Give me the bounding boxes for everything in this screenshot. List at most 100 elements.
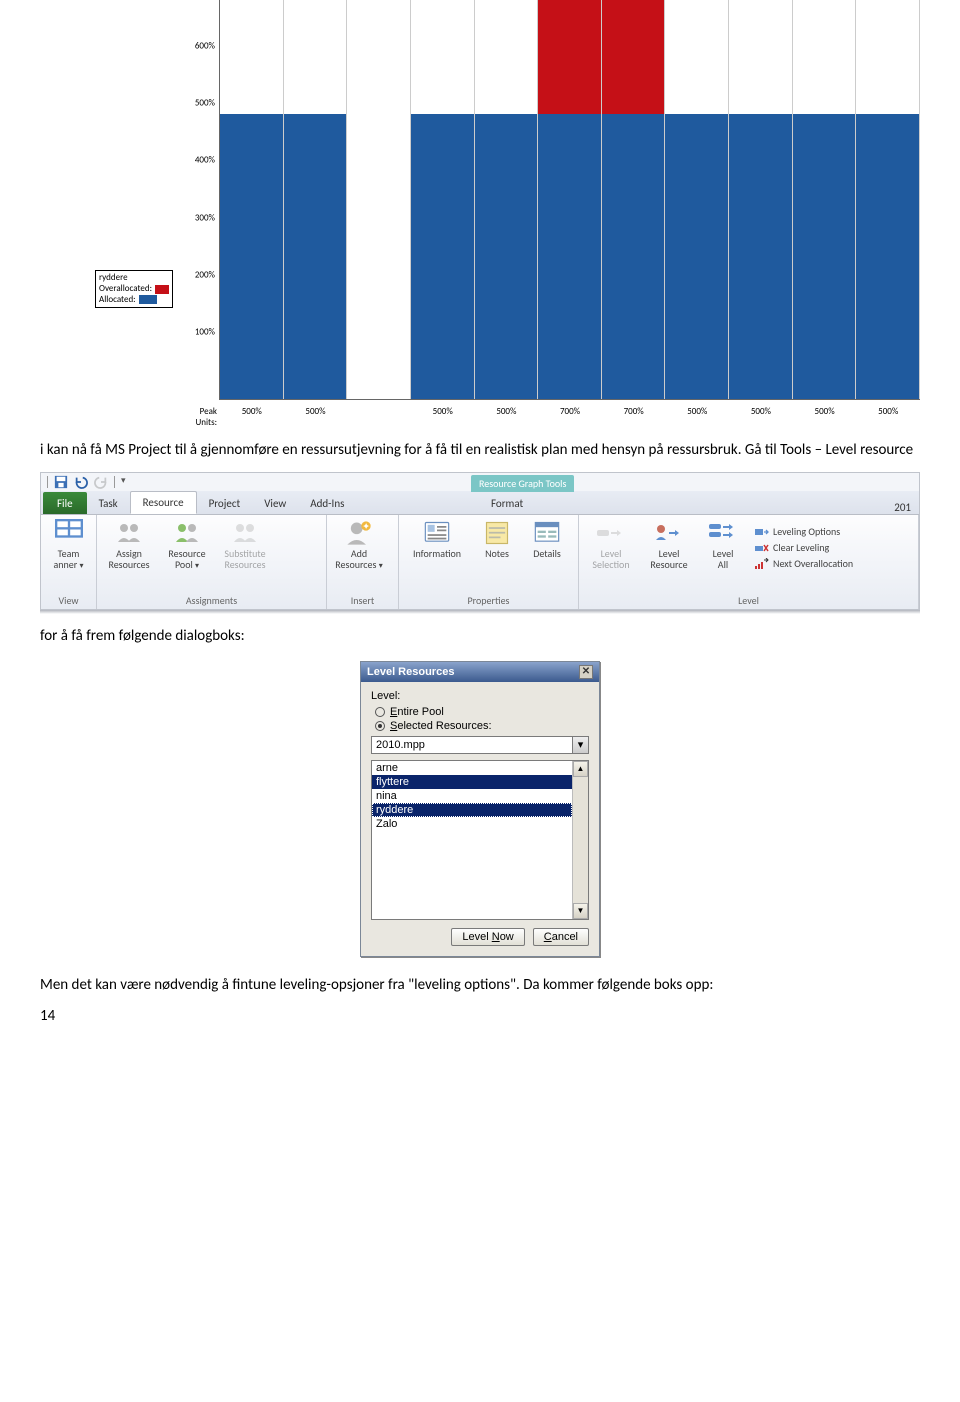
list-item[interactable]: arne — [372, 761, 572, 775]
group-name-insert: Insert — [333, 592, 392, 607]
leveling-options-button[interactable]: Leveling Options — [755, 525, 853, 538]
label: Add Resources — [335, 547, 376, 571]
paragraph-1: i kan nå få MS Project til å gjennomføre… — [40, 440, 920, 460]
details-button[interactable]: Details — [525, 519, 569, 560]
next-overallocation-button[interactable]: Next Overallocation — [755, 557, 853, 570]
substitute-resources-button[interactable]: Substitute Resources — [219, 519, 271, 570]
bar-slot — [665, 0, 729, 399]
list-item[interactable]: ryddere — [372, 803, 572, 817]
t: ow — [500, 931, 514, 943]
notes-button[interactable]: Notes — [475, 519, 519, 560]
label: Clear Leveling — [773, 541, 829, 554]
tab-task[interactable]: Task — [87, 493, 130, 514]
tab-resource[interactable]: Resource — [130, 491, 197, 514]
radio-selected-resources[interactable]: Selected Resources: — [375, 720, 589, 732]
legend-swatch-red — [155, 285, 169, 294]
legend-over-label: Overallocated: — [99, 284, 152, 295]
resource-listbox[interactable]: arne flyttere nina ryddere Zalo ▲ ▼ — [371, 760, 589, 920]
resource-chart: ryddere Overallocated: Allocated: 700% 6… — [40, 0, 920, 428]
information-button[interactable]: Information — [405, 519, 469, 560]
year-fragment: 201 — [894, 501, 911, 514]
ribbon-tabbar: Resource Graph Tools File Task Resource … — [41, 491, 919, 515]
tab-format[interactable]: Format — [481, 493, 533, 514]
clear-leveling-button[interactable]: Clear Leveling — [755, 541, 853, 554]
leveling-options-icon — [755, 526, 769, 538]
ribbon: ▾ Resource Graph Tools File Task Resourc… — [40, 472, 920, 610]
add-resources-button[interactable]: ✦ Add Resources ▾ — [333, 519, 385, 570]
ribbon-shadow — [40, 610, 920, 614]
bar-allocated — [793, 114, 856, 399]
redo-icon[interactable] — [94, 475, 108, 489]
list-item[interactable]: flyttere — [372, 775, 572, 789]
qat-customize-icon[interactable]: ▾ — [121, 475, 135, 489]
bar-slot — [856, 0, 920, 399]
tab-view[interactable]: View — [252, 493, 298, 514]
ytick: 300% — [195, 212, 215, 223]
peak-cell: 500% — [411, 400, 475, 428]
peak-cell — [347, 400, 411, 428]
add-person-icon: ✦ — [345, 519, 373, 547]
label: Next Overallocation — [773, 557, 853, 570]
clear-leveling-icon — [755, 542, 769, 554]
bar-slot — [729, 0, 793, 399]
radio-entire-pool[interactable]: Entire Pool — [375, 706, 589, 718]
level-selection-icon — [597, 519, 625, 547]
legend-allocated: Allocated: — [99, 295, 169, 306]
dropdown-icon: ▾ — [195, 561, 199, 571]
peak-cell: 500% — [284, 400, 348, 428]
bar-slot — [347, 0, 411, 399]
bar-slot — [538, 0, 602, 399]
peak-cell: 700% — [602, 400, 666, 428]
file-tab[interactable]: File — [43, 492, 87, 514]
ytick: 200% — [195, 269, 215, 280]
information-icon — [423, 519, 451, 547]
assign-resources-button[interactable]: Assign Resources — [103, 519, 155, 570]
level-all-icon — [709, 519, 737, 547]
label: Details — [533, 549, 561, 560]
radio-icon — [375, 721, 385, 731]
page-content: ryddere Overallocated: Allocated: 700% 6… — [0, 0, 960, 1045]
people-icon — [115, 519, 143, 547]
level-selection-button[interactable]: Level Selection — [585, 519, 637, 570]
team-planner-button[interactable]: Team anner ▾ — [47, 519, 90, 570]
label: Substitute Resources — [224, 549, 265, 570]
radio-icon — [375, 707, 385, 717]
cancel-button[interactable]: Cancel — [533, 928, 589, 946]
people-green-icon — [173, 519, 201, 547]
scroll-up-icon[interactable]: ▲ — [573, 761, 588, 777]
list-item[interactable]: nina — [372, 789, 572, 803]
peak-label: Peak Units: — [180, 400, 220, 428]
peak-units-row: Peak Units: 500%500%500%500%700%700%500%… — [180, 400, 920, 428]
tab-project[interactable]: Project — [197, 493, 253, 514]
t: elected Resources: — [397, 720, 491, 732]
qat-separator — [47, 476, 48, 488]
chart-plot: 700% 600% 500% 400% 300% 200% 100% Peak … — [95, 0, 920, 428]
paragraph-3: Men det kan være nødvendig å fintune lev… — [40, 975, 920, 995]
chevron-down-icon[interactable]: ▾ — [572, 737, 588, 753]
listbox-scrollbar[interactable]: ▲ ▼ — [572, 761, 588, 919]
label: Team anner — [53, 547, 79, 571]
next-overallocation-icon — [755, 558, 769, 570]
level-now-button[interactable]: Level Now — [451, 928, 524, 946]
ytick: 400% — [195, 155, 215, 166]
resource-pool-button[interactable]: Resource Pool ▾ — [161, 519, 213, 570]
close-icon[interactable]: ✕ — [579, 665, 593, 679]
label: Level Resource — [650, 549, 687, 570]
label: Notes — [485, 549, 509, 560]
scroll-down-icon[interactable]: ▼ — [573, 903, 588, 919]
list-item[interactable]: Zalo — [372, 817, 572, 831]
level-resource-button[interactable]: Level Resource — [643, 519, 695, 570]
level-all-button[interactable]: Level All — [701, 519, 745, 570]
bar-allocated — [665, 114, 728, 399]
t: ancel — [552, 931, 578, 943]
legend-overallocated: Overallocated: — [99, 284, 169, 295]
legend-alloc-label: Allocated: — [99, 295, 136, 306]
group-name-assignments: Assignments — [103, 592, 320, 607]
project-dropdown[interactable]: 2010.mpp ▾ — [371, 736, 589, 754]
undo-icon[interactable] — [74, 475, 88, 489]
save-icon[interactable] — [54, 475, 68, 489]
label: Level All — [713, 549, 734, 570]
contextual-tab-label: Resource Graph Tools — [471, 475, 574, 492]
bar-slot — [411, 0, 475, 399]
tab-addins[interactable]: Add-Ins — [298, 493, 356, 514]
